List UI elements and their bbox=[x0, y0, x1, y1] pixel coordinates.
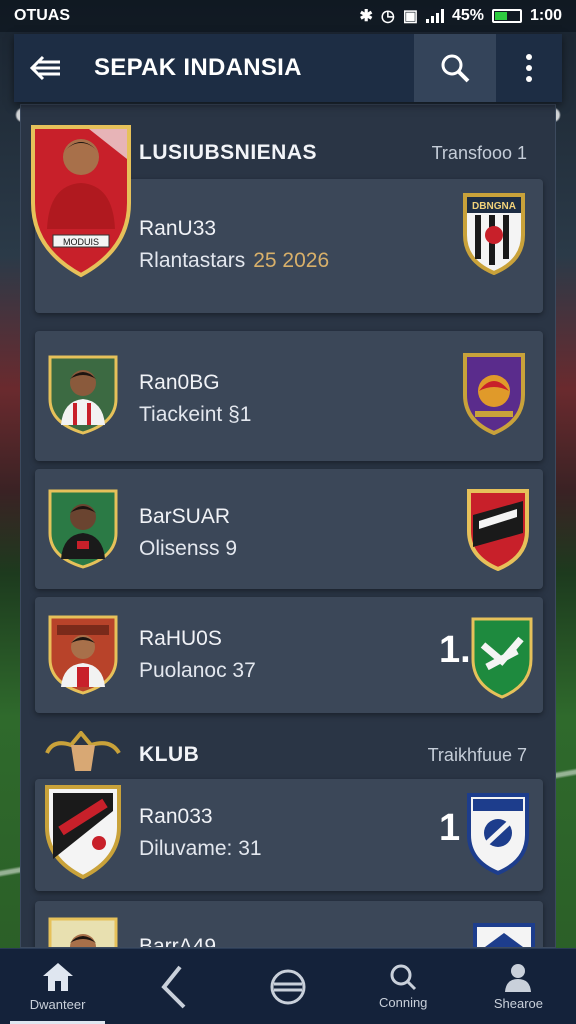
back-arrow-icon bbox=[29, 55, 60, 81]
player-detail: Tiackeint §1 bbox=[139, 403, 252, 426]
nav-home-label: Dwanteer bbox=[29, 997, 86, 1012]
nav-search-label: Conning bbox=[378, 995, 428, 1010]
section-title: LUSIUBSNIENAS bbox=[139, 141, 318, 164]
person-icon bbox=[505, 964, 532, 992]
status-time: 1:00 bbox=[529, 7, 562, 24]
club-shield-icon bbox=[467, 793, 529, 875]
section-title: KLUB bbox=[139, 743, 200, 766]
player-card[interactable]: Ran0BG Tiackeint §1 bbox=[35, 331, 543, 461]
club-shield-icon bbox=[471, 617, 533, 699]
back-button[interactable] bbox=[14, 34, 78, 102]
player-detail-highlight: 25 2026 bbox=[253, 249, 330, 272]
nav-matches[interactable] bbox=[230, 949, 345, 1024]
search-icon bbox=[441, 54, 470, 83]
player-name: Ran0BG bbox=[139, 371, 220, 394]
home-icon bbox=[42, 963, 73, 991]
nav-profile[interactable]: Shearoe bbox=[461, 949, 576, 1024]
club-shield-icon bbox=[473, 923, 535, 947]
battery-icon bbox=[491, 9, 522, 23]
search-icon bbox=[390, 964, 417, 991]
club-shield-icon: DBNGNA bbox=[463, 193, 525, 275]
player-detail: Olisenss 9 bbox=[139, 537, 238, 560]
club-name: BarrA49 bbox=[139, 935, 217, 948]
more-options-button[interactable] bbox=[496, 34, 562, 102]
player-avatar bbox=[48, 917, 118, 947]
club-card[interactable]: BarrA49 bbox=[35, 901, 543, 948]
status-left-text: OTUAS bbox=[14, 7, 70, 24]
nav-home[interactable]: Dwanteer bbox=[0, 949, 115, 1024]
club-shield-label: DBNGNA bbox=[472, 201, 516, 212]
player-card[interactable]: RaHU0S Puolanoc 37 1. bbox=[35, 597, 543, 713]
player-detail: Puolanoc 37 bbox=[139, 659, 256, 682]
player-name: RanU33 bbox=[139, 217, 217, 240]
chevron-left-icon bbox=[161, 965, 186, 1008]
rank-number: 1. bbox=[439, 629, 471, 671]
player-card[interactable]: BarSUAR Olisenss 9 bbox=[35, 469, 543, 589]
nav-back[interactable] bbox=[115, 949, 230, 1024]
nav-search[interactable]: Conning bbox=[346, 949, 461, 1024]
bluetooth-icon: ✱ bbox=[359, 8, 373, 25]
club-name: Ran033 bbox=[139, 805, 213, 828]
page-title: SEPAK INDANSIA bbox=[94, 54, 302, 81]
bottom-navigation: Dwanteer Conning Shearoe bbox=[0, 948, 576, 1024]
nav-profile-label: Shearoe bbox=[493, 996, 543, 1011]
player-detail: Rlantastars 25 2026 bbox=[139, 249, 329, 273]
more-vert-icon bbox=[526, 54, 532, 60]
ball-icon bbox=[270, 969, 306, 1004]
club-shield-icon bbox=[467, 489, 529, 571]
content-panel: LUSIUBSNIENAS Transfooo 1 RanU33 Rlantas… bbox=[20, 104, 556, 948]
featured-club-badge bbox=[45, 731, 121, 880]
battery-percent: 45% bbox=[451, 7, 484, 24]
search-button[interactable] bbox=[414, 34, 496, 102]
badge-label: MODUIS bbox=[63, 237, 99, 247]
app-bar: SEPAK INDANSIA bbox=[14, 34, 562, 102]
featured-player-badge: MODUIS bbox=[31, 125, 131, 278]
nfc-icon: ▣ bbox=[402, 8, 418, 25]
club-detail: Diluvame: 31 bbox=[139, 837, 262, 860]
player-name: RaHU0S bbox=[139, 627, 222, 650]
player-detail-text: Rlantastars bbox=[139, 249, 246, 272]
status-bar: OTUAS ✱ ◷ ▣ 45% 1:00 bbox=[0, 0, 576, 32]
player-avatar bbox=[48, 489, 118, 569]
player-avatar bbox=[48, 615, 118, 695]
signal-icon bbox=[425, 9, 444, 23]
player-avatar bbox=[48, 355, 118, 435]
club-shield-icon bbox=[463, 353, 525, 435]
rank-number: 1 bbox=[439, 807, 461, 849]
section-link[interactable]: Traikhfuue 7 bbox=[428, 745, 527, 766]
alarm-icon: ◷ bbox=[380, 8, 395, 25]
section-link[interactable]: Transfooo 1 bbox=[432, 143, 527, 164]
player-name: BarSUAR bbox=[139, 505, 231, 528]
